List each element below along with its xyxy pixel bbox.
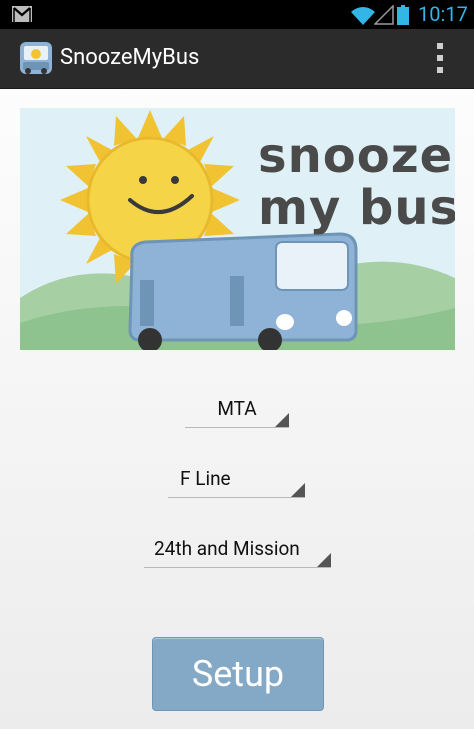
line-spinner-value: F Line	[180, 467, 231, 490]
stop-spinner-value: 24th and Mission	[154, 537, 300, 560]
dropdown-triangle-icon	[291, 483, 305, 497]
banner-image: snooze my bus	[20, 108, 455, 350]
action-bar: SnoozeMyBus	[0, 29, 474, 89]
agency-spinner-value: MTA	[217, 397, 257, 420]
app-bus-icon[interactable]	[18, 40, 54, 76]
wifi-icon	[351, 7, 375, 25]
agency-spinner[interactable]: MTA	[185, 397, 289, 428]
dropdown-triangle-icon	[275, 413, 289, 427]
overflow-menu-icon[interactable]	[432, 43, 448, 73]
dropdown-triangle-icon	[317, 553, 331, 567]
stop-spinner[interactable]: 24th and Mission	[144, 537, 331, 568]
gmail-icon	[12, 6, 32, 22]
status-bar: 10:17	[0, 0, 474, 29]
signal-icon	[374, 5, 394, 25]
line-spinner[interactable]: F Line	[168, 467, 305, 498]
setup-button[interactable]: Setup	[152, 637, 324, 711]
app-title: SnoozeMyBus	[60, 45, 200, 70]
banner-logo-text: snooze my bus	[258, 128, 455, 236]
battery-icon	[397, 5, 409, 25]
status-time: 10:17	[418, 2, 468, 26]
